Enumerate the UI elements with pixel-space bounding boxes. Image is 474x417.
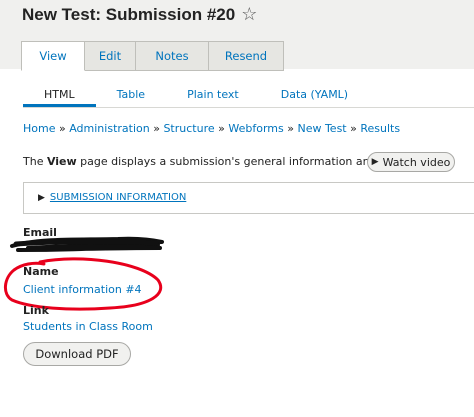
breadcrumb-structure[interactable]: Structure — [163, 122, 214, 135]
subtab-plain-text[interactable]: Plain text — [166, 84, 260, 104]
breadcrumb-administration[interactable]: Administration — [69, 122, 150, 135]
submission-information-details: ▶ SUBMISSION INFORMATION — [23, 182, 474, 214]
redaction-scribble — [10, 236, 164, 252]
breadcrumb: Home » Administration » Structure » Webf… — [23, 122, 400, 135]
breadcrumb-separator: » — [287, 122, 294, 135]
page-header: New Test: Submission #20 ☆ View Edit Note… — [0, 0, 474, 71]
play-icon: ▶ — [371, 157, 379, 167]
breadcrumb-webforms[interactable]: Webforms — [228, 122, 283, 135]
tab-edit[interactable]: Edit — [85, 41, 136, 71]
page-description: The View page displays a submission's ge… — [23, 155, 409, 168]
submission-information-toggle[interactable]: ▶ SUBMISSION INFORMATION — [38, 192, 186, 203]
breadcrumb-home[interactable]: Home — [23, 122, 55, 135]
tab-resend[interactable]: Resend — [209, 41, 284, 71]
primary-tabs: View Edit Notes Resend — [21, 41, 284, 71]
breadcrumb-separator: » — [350, 122, 357, 135]
star-outline-icon[interactable]: ☆ — [241, 4, 257, 24]
tab-view[interactable]: View — [21, 41, 85, 71]
triangle-right-icon: ▶ — [38, 193, 45, 203]
breadcrumb-results[interactable]: Results — [360, 122, 400, 135]
page-title: New Test: Submission #20 ☆ — [22, 4, 258, 24]
link-label: Link — [23, 304, 49, 317]
secondary-tabs: HTML Table Plain text Data (YAML) — [23, 84, 369, 107]
breadcrumb-separator: » — [58, 122, 66, 135]
link-value[interactable]: Students in Class Room — [23, 320, 153, 333]
download-pdf-button[interactable]: Download PDF — [23, 342, 131, 366]
watch-video-button[interactable]: ▶ Watch video — [367, 152, 455, 172]
subtab-html[interactable]: HTML — [23, 84, 96, 107]
breadcrumb-new-test[interactable]: New Test — [297, 122, 346, 135]
subtab-data-yaml[interactable]: Data (YAML) — [260, 84, 369, 104]
tab-notes[interactable]: Notes — [136, 41, 209, 71]
subtab-table[interactable]: Table — [96, 84, 166, 104]
subtabs-divider — [23, 107, 474, 108]
breadcrumb-separator: » — [218, 122, 225, 135]
breadcrumb-separator: » — [153, 122, 160, 135]
